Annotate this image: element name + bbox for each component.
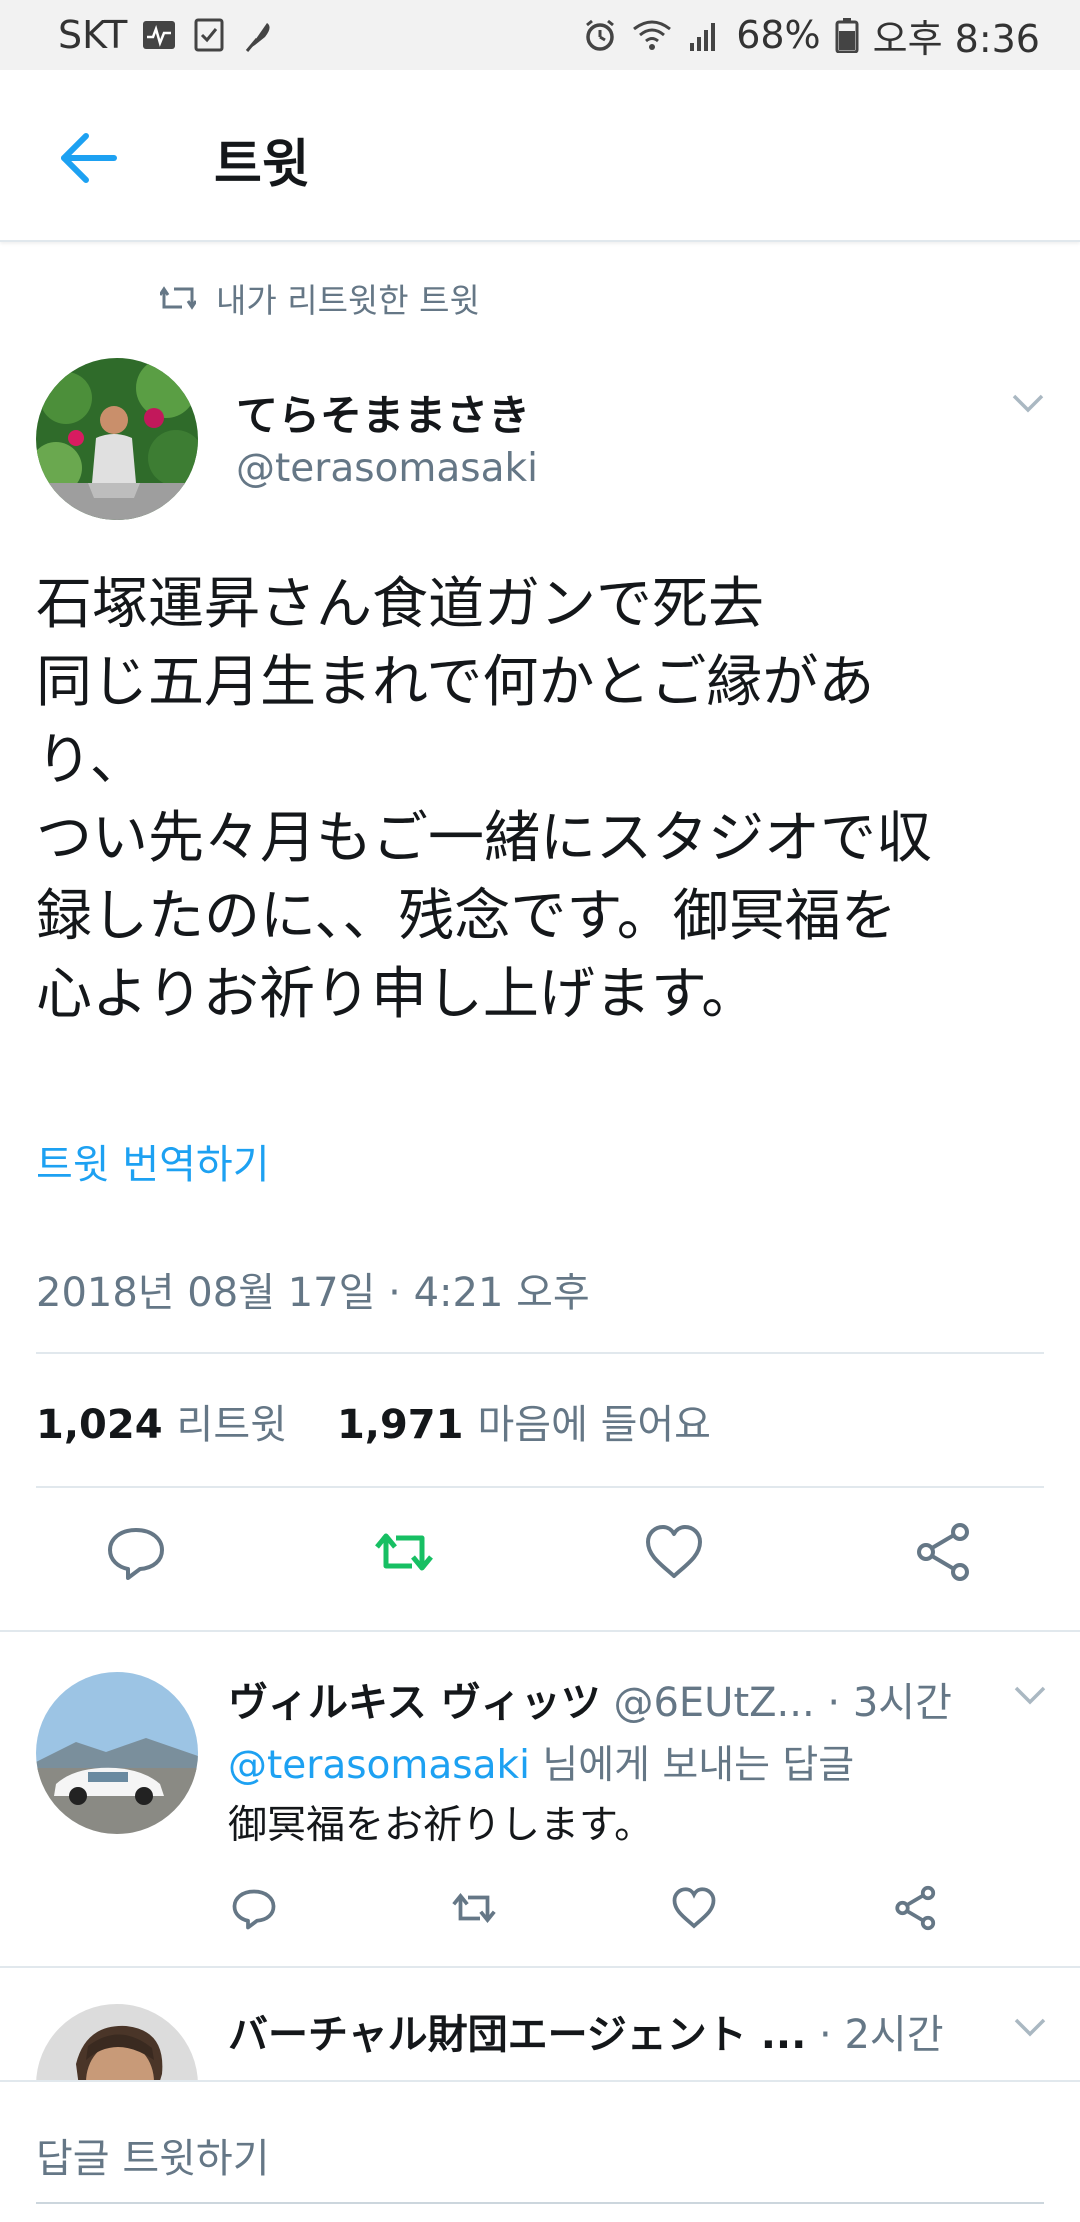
reply-icon[interactable]	[230, 1884, 278, 1932]
reply-compose-placeholder[interactable]: 답글 트윗하기	[36, 2126, 270, 2184]
tweet-text-line: 心よりお祈り申し上げます。	[36, 962, 758, 1027]
reply-to-line: @terasomasaki 님에게 보내는 답글	[228, 1734, 854, 1790]
tweet-text-line: つい先々月もご一緒にスタジオで収	[36, 806, 932, 871]
signal-icon	[690, 23, 716, 51]
reply-time: · 3시간	[827, 1680, 952, 1726]
retweet-count[interactable]: 1,024	[36, 1402, 163, 1448]
carrier-label: SKT	[58, 13, 128, 57]
chevron-down-icon[interactable]	[1010, 392, 1046, 416]
retweet-context-label: 내가 리트윗한 트윗	[216, 281, 480, 320]
section-divider	[0, 1966, 1080, 1968]
like-heart-icon[interactable]	[670, 1884, 718, 1932]
reply-handle[interactable]: @6EUtZ...	[613, 1680, 814, 1726]
author-avatar[interactable]	[36, 358, 198, 520]
reply-text: 御冥福をお祈りします。	[228, 1803, 654, 1848]
checkbox-icon	[194, 18, 224, 52]
tweet-text-line: り、	[36, 728, 146, 793]
reply-time: · 2시간	[819, 2012, 944, 2058]
reply-display-name[interactable]: バーチャル財団エージェント ...	[228, 2012, 806, 2058]
clock: 오후 8:36	[872, 16, 1040, 61]
retweet-icon	[160, 286, 196, 310]
reply-to-handle-link[interactable]: @terasomasaki	[228, 1743, 530, 1788]
chevron-down-icon[interactable]	[1012, 2016, 1048, 2040]
tweet-text: 石塚運昇さん食道ガンで死去 同じ五月生まれで何かとご縁があ り、 つい先々月もご…	[36, 566, 1056, 1034]
retweet-icon[interactable]	[450, 1884, 498, 1932]
author-display-name[interactable]: てらそままさき	[236, 382, 530, 443]
tweet-text-line: 石塚運昇さん食道ガンで死去	[36, 572, 764, 637]
reply-avatar[interactable]	[36, 1672, 198, 1834]
app-bar: 트윗	[0, 70, 1080, 242]
author-handle[interactable]: @terasomasaki	[236, 446, 538, 491]
tweet-timestamp: 2018년 08월 17일 · 4:21 오후	[36, 1270, 590, 1316]
battery-percent: 68%	[736, 13, 821, 57]
retweet-icon[interactable]	[372, 1520, 436, 1584]
tweet-text-line: 同じ五月生まれで何かとご縁があ	[36, 650, 875, 715]
share-icon[interactable]	[892, 1884, 940, 1932]
tweet-actions	[0, 1520, 1080, 1602]
reply-to-suffix: 님에게 보내는 답글	[529, 1743, 855, 1788]
page-title: 트윗	[214, 135, 310, 195]
reply-header: ヴィルキス ヴィッツ @6EUtZ... · 3시간	[228, 1670, 952, 1728]
retweet-count-label[interactable]: 리트윗	[177, 1392, 287, 1450]
activity-icon	[143, 21, 176, 49]
tweet-text-line: 録したのに、、残念です。御冥福を	[36, 884, 897, 949]
reply-compose-bar[interactable]: 답글 트윗하기	[0, 2080, 1080, 2222]
like-count[interactable]: 1,971	[337, 1402, 464, 1448]
reply-icon[interactable]	[104, 1520, 168, 1584]
divider	[36, 1486, 1044, 1488]
like-heart-icon[interactable]	[642, 1520, 706, 1584]
chevron-down-icon[interactable]	[1012, 1684, 1048, 1708]
section-divider	[0, 1630, 1080, 1632]
like-count-label[interactable]: 마음에 들어요	[477, 1392, 711, 1450]
alarm-icon	[586, 19, 615, 51]
wifi-icon	[633, 20, 672, 50]
battery-icon	[835, 18, 859, 53]
reply-display-name[interactable]: ヴィルキス ヴィッツ	[228, 1680, 601, 1726]
divider	[36, 1352, 1044, 1354]
back-arrow-icon[interactable]	[56, 126, 120, 190]
translate-tweet-link[interactable]: 트윗 번역하기	[36, 1132, 270, 1190]
status-bar: SKT 68% 오후 8:36	[0, 0, 1080, 70]
feather-icon	[246, 23, 270, 52]
tweet-stats: 1,024 리트윗 1,971 마음에 들어요	[36, 1392, 711, 1450]
retweet-context: 내가 리트윗한 트윗	[160, 274, 480, 322]
reply-header: バーチャル財団エージェント ... · 2시간	[228, 2002, 944, 2060]
compose-underline	[36, 2202, 1044, 2204]
share-icon[interactable]	[912, 1520, 976, 1584]
